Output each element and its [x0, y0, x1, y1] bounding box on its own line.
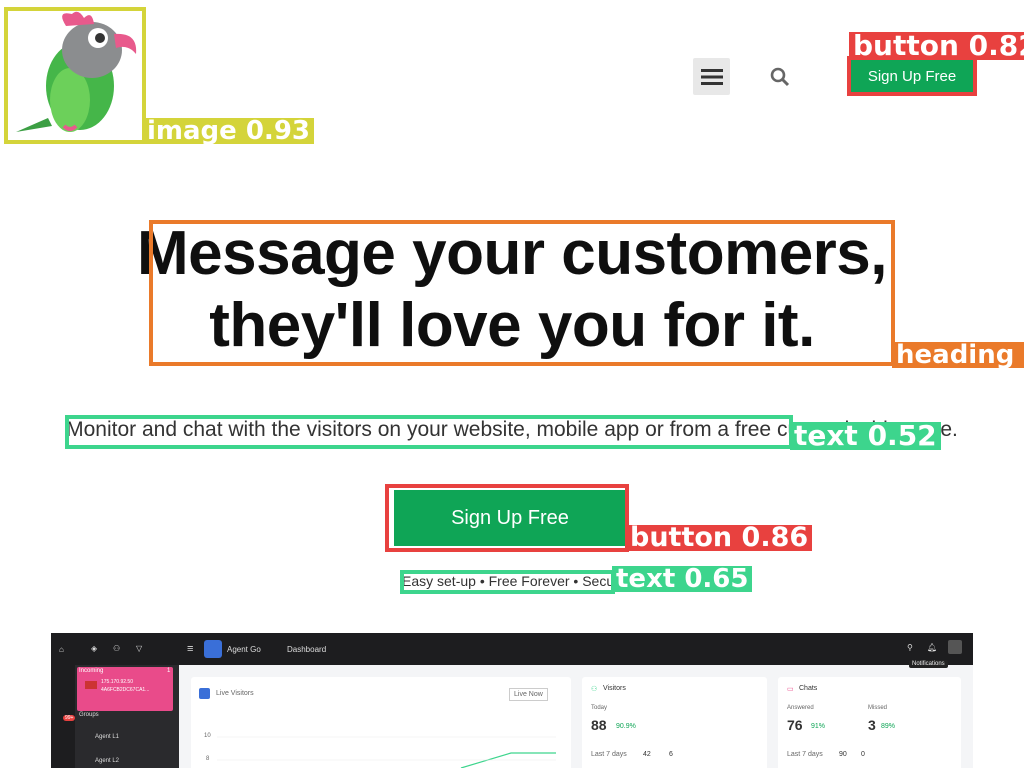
visitors-today: 88 — [591, 717, 607, 733]
live-visitors-icon — [199, 688, 210, 699]
y-tick-10: 10 — [204, 733, 211, 739]
detection-label-subtitle: text 0.52 — [790, 422, 941, 450]
visitors-down: 6 — [669, 751, 673, 758]
agent-2: Agent L2 — [95, 758, 120, 764]
answered-label: Answered — [787, 705, 814, 711]
agent-1: Agent L1 — [95, 734, 120, 740]
missed-label: Missed — [868, 705, 888, 711]
chats-up: 90 — [839, 751, 847, 758]
notifications-tooltip: Notifications — [909, 660, 948, 668]
dash-nav-dashboard: Dashboard — [287, 645, 327, 654]
search-button[interactable] — [765, 62, 795, 92]
parrot-logo-image[interactable] — [8, 8, 144, 142]
visitors-up: 42 — [643, 751, 651, 758]
hero-signup-button[interactable]: Sign Up Free — [394, 490, 626, 546]
dash-menu-icon: ≡ — [187, 643, 194, 655]
bell-icon: 🔔︎ — [927, 643, 938, 652]
dash-agent-name: Agent Go — [227, 645, 261, 654]
missed-pct: 89% — [881, 723, 896, 730]
chats-down: 0 — [861, 751, 865, 758]
answered-pct: 91% — [811, 723, 826, 730]
home-icon: ⌂ — [59, 645, 64, 654]
landing-page: Sign Up Free Message your customers, the… — [0, 0, 1024, 768]
detection-label-image: image 0.93 — [143, 118, 314, 144]
header-signup-button[interactable]: Sign Up Free — [850, 60, 974, 93]
hero-heading-line-2: they'll love you for it. — [209, 291, 815, 360]
answered-value: 76 — [787, 717, 803, 733]
visitors-icon: ⚇ — [591, 686, 598, 693]
detection-label-cta-button: button 0.86 — [626, 525, 813, 551]
groups-label: Groups — [79, 712, 99, 718]
dashboard-preview: ⌂ ◈ ⚇ ▽ ≡ Agent Go Dashboard ⚲ 🔔︎ Notifi… — [51, 633, 973, 768]
profile-icon — [948, 640, 962, 654]
live-visitors-title: Live Visitors — [216, 690, 254, 697]
live-now-select[interactable]: Live Now — [509, 688, 548, 701]
chats-icon: ▭ — [787, 686, 794, 693]
visitors-last7-label: Last 7 days — [591, 751, 627, 758]
detection-label-heading: heading — [892, 342, 1024, 368]
detection-label-tagline: text 0.65 — [612, 566, 753, 592]
menu-button[interactable] — [693, 58, 730, 95]
layers-icon: ◈ — [91, 644, 98, 653]
badge-99: 99+ — [63, 715, 76, 721]
chats-last7-label: Last 7 days — [787, 751, 823, 758]
incoming-ip: 175.170.92.50 — [101, 679, 133, 685]
user-filter-icon: ⚇ — [113, 644, 121, 653]
search-icon — [770, 67, 790, 87]
filter-icon: ▽ — [136, 644, 143, 653]
missed-value: 3 — [868, 717, 876, 733]
incoming-id: 4A6FCB2DC67CA1... — [101, 687, 150, 693]
agent-avatar — [204, 640, 222, 658]
hero-heading-line-1: Message your customers, — [136, 219, 888, 288]
chats-title: Chats — [799, 685, 818, 692]
visitors-title: Visitors — [603, 685, 626, 692]
today-label: Today — [591, 705, 608, 711]
hero-heading: Message your customers, they'll love you… — [120, 218, 904, 362]
us-flag-icon — [85, 681, 97, 689]
detection-label-header-button: button 0.82 — [849, 32, 1024, 60]
parrot-icon — [16, 11, 137, 132]
y-tick-8: 8 — [206, 756, 210, 762]
dash-search-icon: ⚲ — [907, 643, 913, 652]
live-visitors-line — [217, 736, 556, 768]
incoming-label: Incoming — [79, 668, 104, 674]
incoming-count: 1 — [167, 668, 171, 674]
visitors-pct: 90.9% — [616, 723, 636, 730]
hamburger-icon — [700, 68, 723, 85]
